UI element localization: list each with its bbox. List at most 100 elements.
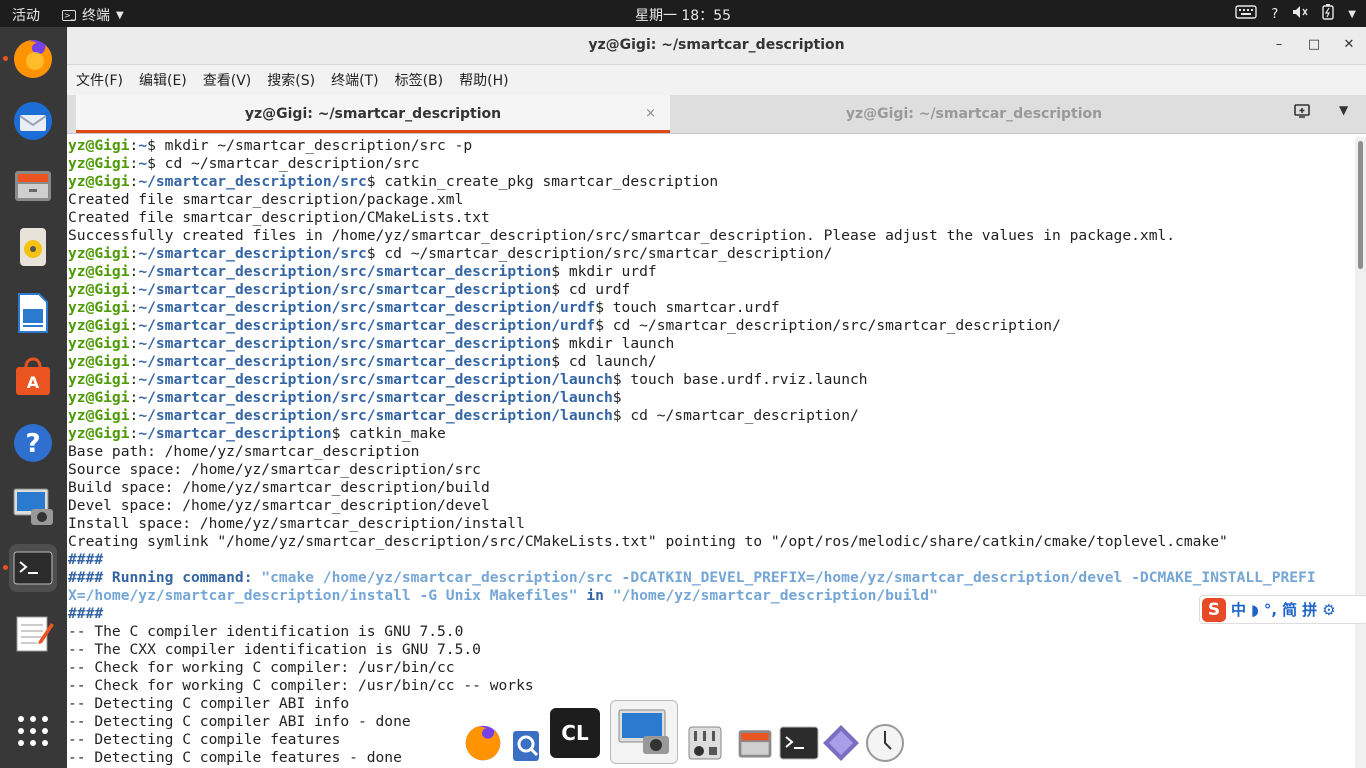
ime-toolbar[interactable]: S 中 ◗ °, 简 拼 ⚙	[1199, 595, 1366, 624]
command-text: $ catkin_make	[331, 425, 446, 442]
terminal-line: X=/home/yz/smartcar_description/install …	[68, 587, 1355, 605]
float-dock-firefox[interactable]	[462, 722, 504, 764]
float-dock-clion[interactable]: CL	[550, 708, 600, 758]
terminal-line: Source space: /home/yz/smartcar_descript…	[68, 461, 1355, 479]
tab-active[interactable]: yz@Gigi: ~/smartcar_description ×	[76, 95, 670, 133]
close-button[interactable]: ✕	[1337, 33, 1361, 57]
command-text: $ mkdir urdf	[551, 263, 657, 280]
command-string: "/home/yz/smartcar_description/build"	[612, 587, 938, 604]
system-tray[interactable]: ? ▼	[1235, 4, 1356, 24]
search-app-icon	[513, 731, 539, 761]
float-dock-terminal[interactable]	[778, 722, 820, 764]
command-text: $ cd ~/smartcar_description/src/smartcar…	[595, 317, 1061, 334]
prompt-user: yz@Gigi	[68, 137, 130, 154]
menu-tabs[interactable]: 标签(B)	[395, 70, 444, 90]
prompt-user: yz@Gigi	[68, 425, 130, 442]
help-app-icon: ?	[14, 424, 52, 462]
title-bar[interactable]: yz@Gigi: ~/smartcar_description – □ ✕	[67, 27, 1366, 65]
chevron-down-icon: ▼	[116, 9, 124, 21]
dock-thunderbird[interactable]	[9, 97, 57, 145]
menu-terminal[interactable]: 终端(T)	[331, 70, 378, 90]
terminal-line: yz@Gigi:~/smartcar_description/src/smart…	[68, 371, 1355, 389]
dock-terminal[interactable]	[3, 544, 57, 592]
app-menu[interactable]: >_ 终端 ▼	[62, 5, 124, 25]
terminal-line: yz@Gigi:~/smartcar_description/src$ catk…	[68, 173, 1355, 191]
dock-files[interactable]	[9, 161, 57, 209]
prompt-path: ~/smartcar_description/src	[138, 245, 367, 262]
volume-icon[interactable]	[1292, 5, 1308, 23]
dock-firefox[interactable]	[3, 35, 57, 83]
menu-search[interactable]: 搜索(S)	[267, 70, 315, 90]
text-editor-icon	[16, 616, 54, 652]
prompt-path: ~	[138, 155, 148, 172]
firefox-icon	[465, 725, 501, 761]
help-icon[interactable]: ?	[1271, 7, 1278, 22]
keyboard-icon[interactable]	[1235, 5, 1258, 23]
float-dock-search[interactable]	[506, 722, 548, 764]
tab-menu-chevron-icon[interactable]: ▼	[1339, 103, 1348, 117]
moon-icon[interactable]: ◗	[1251, 601, 1259, 619]
menu-view[interactable]: 查看(V)	[203, 70, 252, 90]
terminal-line: yz@Gigi:~/smartcar_description/src/smart…	[68, 317, 1355, 335]
dock-show-apps[interactable]	[9, 707, 57, 755]
prompt-path: ~/smartcar_description/src/smartcar_desc…	[138, 281, 552, 298]
float-dock-clock[interactable]	[864, 722, 906, 764]
tab-close-icon[interactable]: ×	[645, 95, 656, 133]
terminal-line: Creating symlink "/home/yz/smartcar_desc…	[68, 533, 1355, 551]
prompt-separator: :	[129, 281, 139, 298]
top-bar: 活动 >_ 终端 ▼ 星期一 18：55 ? ▼	[0, 0, 1366, 27]
running-indicator	[3, 56, 8, 61]
clion-icon: CL	[561, 721, 589, 745]
scrollbar[interactable]	[1355, 137, 1366, 768]
menu-file[interactable]: 文件(F)	[76, 70, 123, 90]
menu-edit[interactable]: 编辑(E)	[139, 70, 187, 90]
command-text: $ cd launch/	[551, 353, 657, 370]
new-tab-icon[interactable]	[1293, 103, 1315, 123]
power-menu-chevron-icon[interactable]: ▼	[1348, 9, 1356, 20]
activities-button[interactable]: 活动	[12, 5, 40, 25]
prompt-user: yz@Gigi	[68, 407, 130, 424]
clock[interactable]: 星期一 18：55	[635, 8, 731, 24]
command-string: "cmake /home/yz/smartcar_description/src…	[261, 569, 1316, 586]
prompt-path: ~/smartcar_description/src/smartcar_desc…	[138, 407, 613, 424]
mixer-icon	[688, 726, 722, 760]
dock-libreoffice-writer[interactable]	[9, 289, 57, 337]
float-dock-mixer[interactable]	[684, 722, 726, 764]
command-text: $ touch smartcar.urdf	[595, 299, 780, 316]
float-dock-files[interactable]	[734, 722, 776, 764]
menu-help[interactable]: 帮助(H)	[459, 70, 508, 90]
command-text: $ catkin_create_pkg smartcar_description	[366, 173, 719, 190]
ime-settings-icon[interactable]: ⚙	[1322, 601, 1335, 619]
output-text: Devel space: /home/yz/smartcar_descripti…	[68, 497, 490, 514]
tab-inactive[interactable]: yz@Gigi: ~/smartcar_description	[670, 95, 1278, 133]
terminal-line: -- Check for working C compiler: /usr/bi…	[68, 677, 1355, 695]
output-marker: in	[577, 587, 613, 604]
battery-icon[interactable]	[1322, 4, 1334, 24]
ime-pinyin[interactable]: 拼	[1302, 599, 1317, 620]
float-dock-screenshot[interactable]	[610, 700, 678, 764]
app-grid-icon	[18, 716, 48, 746]
prompt-path: ~/smartcar_description/src/smartcar_desc…	[138, 299, 596, 316]
terminal-line: yz@Gigi:~/smartcar_description/src/smart…	[68, 335, 1355, 353]
dock-text-editor[interactable]	[9, 609, 57, 657]
float-dock-app[interactable]	[820, 722, 862, 764]
prompt-user: yz@Gigi	[68, 353, 130, 370]
dock-screenshot[interactable]	[9, 483, 57, 531]
terminal-output[interactable]: yz@Gigi:~$ mkdir ~/smartcar_description/…	[67, 137, 1355, 768]
dock-rhythmbox[interactable]	[9, 223, 57, 271]
ime-simplified[interactable]: 简	[1282, 599, 1297, 620]
output-text: Source space: /home/yz/smartcar_descript…	[68, 461, 481, 478]
dock-software[interactable]: A	[9, 353, 57, 401]
scrollbar-thumb[interactable]	[1358, 141, 1363, 269]
output-text: Created file smartcar_description/packag…	[68, 191, 464, 208]
punctuation-mode[interactable]: °,	[1264, 601, 1277, 619]
terminal-line: Devel space: /home/yz/smartcar_descripti…	[68, 497, 1355, 515]
sogou-logo-icon[interactable]: S	[1202, 597, 1226, 622]
minimize-button[interactable]: –	[1267, 33, 1291, 57]
ime-chinese-mode[interactable]: 中	[1231, 599, 1246, 620]
prompt-path: ~/smartcar_description	[138, 425, 332, 442]
maximize-button[interactable]: □	[1302, 33, 1326, 57]
terminal-line: -- Check for working C compiler: /usr/bi…	[68, 659, 1355, 677]
dock-help[interactable]: ?	[9, 419, 57, 467]
screenshot-icon	[13, 488, 53, 525]
